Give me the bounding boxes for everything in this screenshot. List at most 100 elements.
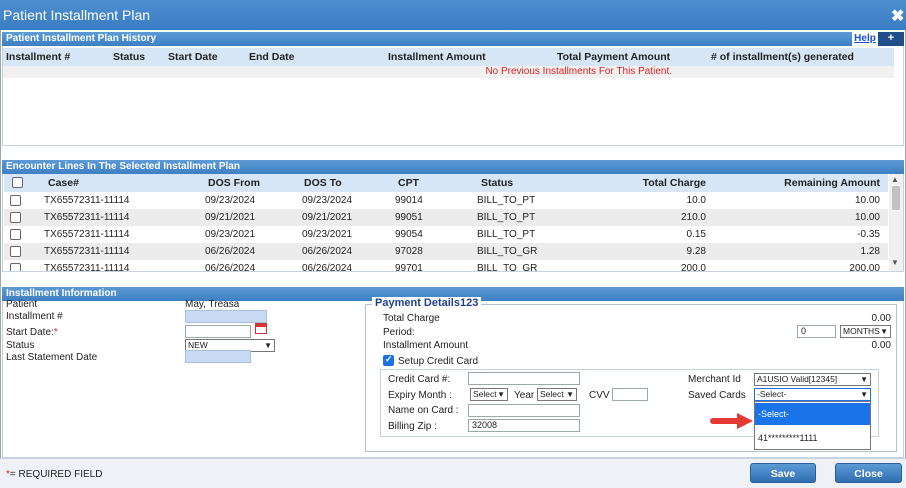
history-section-bar: Patient Installment Plan History (2, 32, 904, 46)
cell-case: TX65572311-11114 (44, 246, 130, 257)
add-installment-button[interactable]: + (878, 32, 904, 46)
col-installment-no: Installment # (6, 51, 71, 63)
red-arrow-icon (710, 413, 753, 429)
close-button[interactable]: Close (835, 463, 902, 483)
table-row[interactable]: TX65572311-11114 06/26/2024 06/26/2024 9… (4, 243, 888, 260)
row-checkbox[interactable] (10, 195, 21, 206)
col-installments-generated: # of installment(s) generated (711, 51, 854, 63)
start-date-input[interactable] (185, 325, 251, 338)
cc-number-input[interactable] (468, 372, 580, 385)
cell-status: BILL_TO_PT (477, 212, 536, 223)
setup-cc-label: Setup Credit Card (398, 356, 479, 367)
dialog-title: Patient Installment Plan (3, 7, 151, 23)
cell-remaining: 1.28 (860, 246, 880, 257)
col-case: Case# (48, 177, 79, 189)
merchant-id-label: Merchant Id (688, 374, 741, 385)
installment-section-title: Installment Information (6, 288, 117, 299)
cell-cpt: 97028 (395, 246, 423, 257)
expiry-month-select[interactable]: Select ▼ (470, 388, 508, 401)
col-status: Status (481, 177, 514, 189)
select-all-checkbox[interactable] (12, 177, 23, 188)
row-checkbox[interactable] (10, 212, 21, 223)
cell-case: TX65572311-11114 (44, 229, 130, 240)
help-link[interactable]: Help (852, 32, 878, 46)
expiry-year-select[interactable]: Select ▼ (537, 388, 577, 401)
encounter-table: Case# DOS From DOS To CPT Status Total C… (2, 174, 904, 272)
billing-zip-input[interactable]: 32008 (468, 419, 580, 432)
chevron-down-icon: ▼ (497, 389, 505, 400)
setup-cc-checkbox[interactable] (383, 354, 394, 366)
row-checkbox[interactable] (10, 229, 21, 240)
cell-dos-to: 09/21/2021 (302, 212, 353, 223)
scroll-down-icon[interactable]: ▼ (891, 258, 899, 267)
required-field-note: *= REQUIRED FIELD (6, 469, 103, 480)
encounter-section-bar: Encounter Lines In The Selected Installm… (2, 160, 904, 174)
row-checkbox[interactable] (10, 246, 21, 257)
row-checkbox[interactable] (10, 263, 21, 271)
col-total-charge: Total Charge (642, 177, 706, 189)
col-status: Status (113, 51, 146, 63)
table-row[interactable]: TX65572311-11114 09/23/2024 09/23/2024 9… (4, 192, 888, 209)
save-button[interactable]: Save (750, 463, 816, 483)
saved-cards-select[interactable]: -Select- ▼ (754, 388, 871, 401)
cc-number-label: Credit Card #: (388, 374, 451, 385)
cell-total-charge: 200.0 (680, 263, 706, 272)
saved-cards-dropdown: -Select- 41*********1111 (754, 401, 871, 450)
col-end-date: End Date (249, 51, 295, 63)
saved-cards-label: Saved Cards (688, 390, 746, 401)
cell-dos-from: 06/26/2024 (205, 263, 256, 272)
merchant-id-select[interactable]: A1USIO Valid[12345] ▼ (754, 373, 871, 386)
col-start-date: Start Date (168, 51, 218, 63)
cell-status: BILL_TO_PT (477, 229, 536, 240)
period-label: Period: (383, 327, 415, 338)
cell-remaining: 10.00 (854, 212, 880, 223)
cell-status: BILL_TO_GR (477, 246, 538, 257)
patient-value: May, Treasa (185, 299, 240, 310)
cell-total-charge: 9.28 (686, 246, 706, 257)
chevron-down-icon: ▼ (566, 389, 574, 400)
period-unit-select[interactable]: MONTHS ▼ (840, 325, 891, 338)
cell-dos-from: 09/21/2021 (205, 212, 256, 223)
cell-status: BILL_TO_GR (477, 263, 538, 272)
period-input[interactable]: 0 (797, 325, 836, 338)
cell-case: TX65572311-11114 (44, 263, 130, 272)
col-dos-to: DOS To (304, 177, 342, 189)
cell-case: TX65572311-11114 (44, 212, 130, 223)
expiry-label: Expiry Month : (388, 390, 452, 401)
cell-dos-to: 09/23/2024 (302, 195, 353, 206)
installment-amount-value: 0.00 (871, 340, 891, 351)
chevron-down-icon: ▼ (860, 375, 868, 384)
close-icon[interactable]: ✖ (891, 6, 904, 26)
cell-dos-to: 06/26/2024 (302, 263, 353, 272)
cell-status: BILL_TO_PT (477, 195, 536, 206)
history-header-row: Installment # Status Start Date End Date… (3, 48, 894, 66)
encounter-section-title: Encounter Lines In The Selected Installm… (6, 161, 240, 172)
encounter-scrollbar[interactable]: ▲ ▼ (889, 174, 903, 271)
cell-cpt: 99051 (395, 212, 423, 223)
saved-card-option[interactable]: 41*********1111 (755, 429, 870, 449)
saved-card-option[interactable]: -Select- (755, 403, 870, 425)
cell-dos-to: 09/23/2021 (302, 229, 353, 240)
cell-dos-from: 09/23/2024 (205, 195, 256, 206)
start-date-label: Start Date:* (6, 327, 58, 338)
cell-dos-to: 06/26/2024 (302, 246, 353, 257)
cell-dos-from: 09/23/2021 (205, 229, 256, 240)
scroll-up-icon[interactable]: ▲ (891, 175, 899, 184)
billing-zip-label: Billing Zip : (388, 421, 437, 432)
cvv-input[interactable] (612, 388, 648, 401)
last-statement-field (185, 350, 251, 363)
table-row[interactable]: TX65572311-11114 06/26/2024 06/26/2024 9… (4, 260, 888, 272)
col-total-payment: Total Payment Amount (557, 51, 671, 63)
calendar-icon[interactable] (255, 323, 267, 334)
year-label: Year (514, 390, 535, 401)
table-row[interactable]: TX65572311-11114 09/21/2021 09/21/2021 9… (4, 209, 888, 226)
table-row[interactable]: TX65572311-11114 09/23/2021 09/23/2021 9… (4, 226, 888, 243)
col-cpt: CPT (398, 177, 419, 189)
chevron-down-icon: ▼ (880, 327, 888, 336)
name-on-card-input[interactable] (468, 404, 580, 417)
col-dos-from: DOS From (208, 177, 260, 189)
cell-cpt: 99701 (395, 263, 423, 272)
cell-remaining: 10.00 (854, 195, 880, 206)
scroll-thumb[interactable] (892, 186, 900, 210)
cell-dos-from: 06/26/2024 (205, 246, 256, 257)
